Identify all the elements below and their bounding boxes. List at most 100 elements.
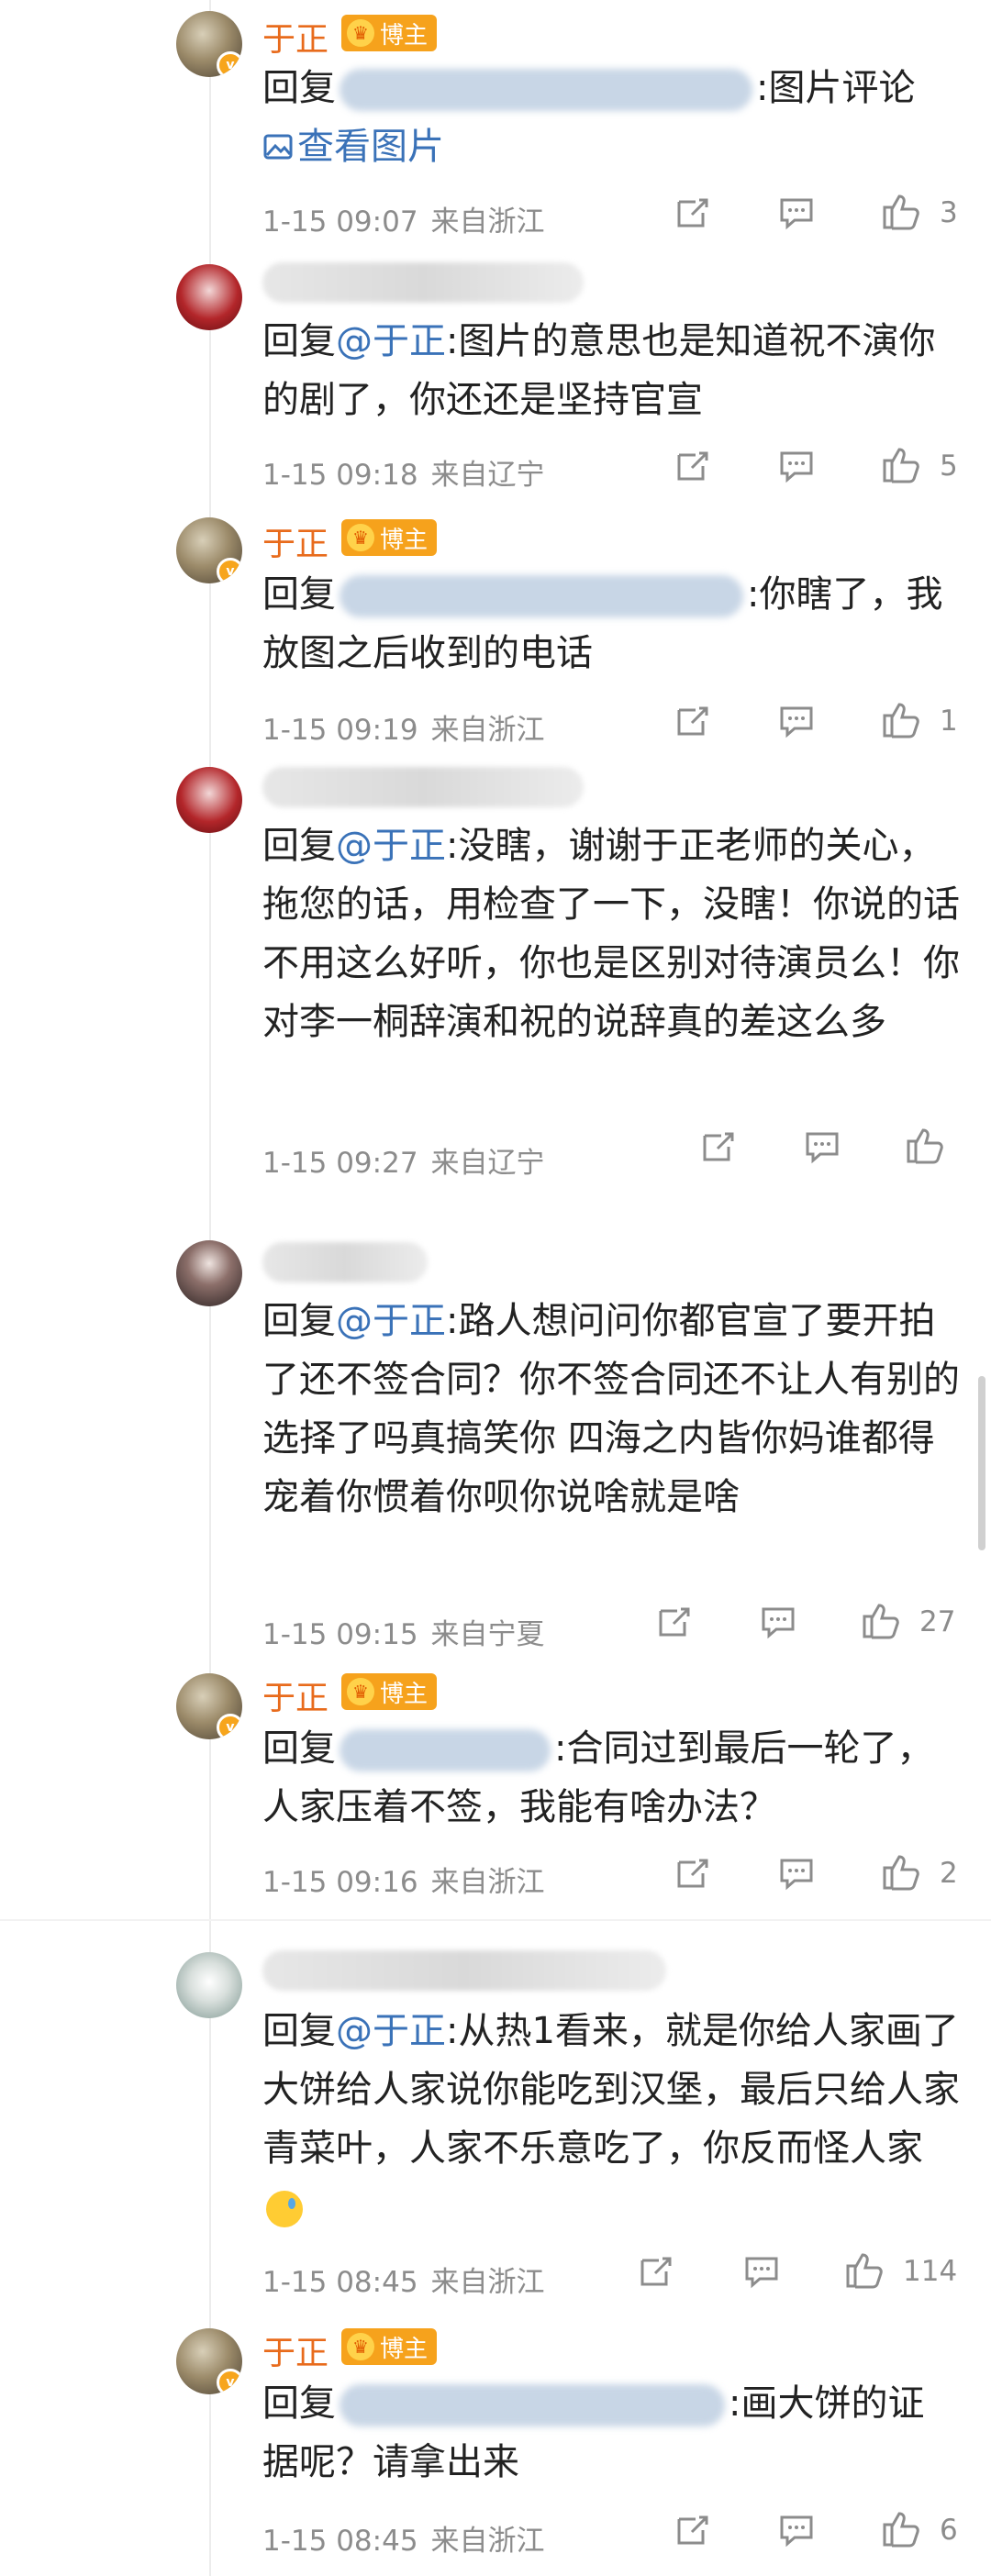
host-badge-label: 博主 <box>380 1680 429 1708</box>
crown-icon: ♛ <box>347 2333 374 2360</box>
repost-icon[interactable] <box>672 701 712 741</box>
avatar[interactable] <box>176 767 242 833</box>
author-name[interactable]: 于正 <box>262 13 328 61</box>
comment-text: 回复:图片评论 查看图片 <box>262 59 960 176</box>
like-count: 6 <box>940 2514 958 2547</box>
comment-icon[interactable] <box>776 1853 817 1893</box>
like-icon[interactable] <box>842 2248 886 2292</box>
like-icon[interactable] <box>879 697 923 741</box>
timestamp: 1-15 09:27 <box>262 1147 418 1180</box>
author-name[interactable]: 于正 <box>262 1671 328 1719</box>
author-name[interactable]: 于正 <box>262 2326 328 2374</box>
comment-icon[interactable] <box>776 701 817 741</box>
comment-meta: 1-15 09:07 来自浙江 <box>262 198 545 239</box>
mention-link[interactable]: @于正 <box>336 2010 446 2052</box>
timestamp: 1-15 09:07 <box>262 205 418 239</box>
blurred-author-name <box>262 262 584 303</box>
comment-meta: 1-15 09:16 来自浙江 <box>262 1859 545 1900</box>
host-badge-label: 博主 <box>380 21 429 50</box>
like-count: 1 <box>940 705 958 738</box>
blurred-username <box>340 2384 725 2426</box>
avatar[interactable] <box>176 264 242 330</box>
like-icon[interactable] <box>879 189 923 233</box>
timestamp: 1-15 09:18 <box>262 459 418 492</box>
reply-prefix: 回复 <box>262 2010 336 2052</box>
avatar[interactable]: v <box>176 11 242 77</box>
comment-text: 回复@于正:从热1看来，就是你给人家画了大饼给人家说你能吃到汉堡，最后只给人家青… <box>262 2002 960 2237</box>
image-icon <box>263 134 293 160</box>
timestamp: 1-15 09:16 <box>262 1866 418 1899</box>
view-image-link[interactable]: 查看图片 <box>262 126 444 168</box>
verified-icon: v <box>217 558 242 583</box>
like-icon[interactable] <box>879 2506 923 2550</box>
reply-text: :图片评论 <box>756 67 916 109</box>
repost-icon[interactable] <box>635 2251 675 2292</box>
blurred-author-name <box>262 1950 666 1991</box>
comment-text: 回复@于正:路人想问问你都官宣了要开拍了还不签合同？你不签合同还不让人有别的选择… <box>262 1292 960 1527</box>
avatar[interactable] <box>176 1952 242 2018</box>
repost-icon[interactable] <box>653 1602 694 1642</box>
repost-icon[interactable] <box>672 193 712 233</box>
comment-text: 回复:合同过到最后一轮了，人家压着不签，我能有啥办法？ <box>262 1719 960 1837</box>
location: 来自辽宁 <box>430 1147 545 1180</box>
timestamp: 1-15 09:19 <box>262 714 418 747</box>
comment-meta: 1-15 08:45 来自浙江 <box>262 2259 545 2300</box>
location: 来自浙江 <box>430 2525 545 2558</box>
location: 来自浙江 <box>430 1866 545 1899</box>
timestamp: 1-15 08:45 <box>262 2525 418 2558</box>
comment-meta: 1-15 09:27 来自辽宁 <box>262 1139 545 1181</box>
like-icon[interactable] <box>879 1849 923 1893</box>
mention-link[interactable]: @于正 <box>336 825 446 867</box>
blurred-author-name <box>262 1242 428 1282</box>
comment-icon[interactable] <box>741 2251 782 2292</box>
blurred-username <box>340 1729 551 1771</box>
comment-icon[interactable] <box>802 1127 842 1167</box>
reply-prefix: 回复 <box>262 573 336 616</box>
like-count: 5 <box>940 450 958 483</box>
mention-link[interactable]: @于正 <box>336 320 446 362</box>
comment-icon[interactable] <box>776 193 817 233</box>
repost-icon[interactable] <box>697 1127 738 1167</box>
verified-icon: v <box>217 51 242 77</box>
comment-icon[interactable] <box>776 2510 817 2550</box>
timestamp: 1-15 08:45 <box>262 2266 418 2299</box>
comment-text: 回复:你瞎了，我放图之后收到的电话 <box>262 565 960 683</box>
crown-icon: ♛ <box>347 1678 374 1705</box>
repost-icon[interactable] <box>672 446 712 486</box>
like-count: 2 <box>940 1857 958 1890</box>
comment-text: 回复:画大饼的证据呢？请拿出来 <box>262 2374 960 2492</box>
like-count: 3 <box>940 196 958 229</box>
repost-icon[interactable] <box>672 1853 712 1893</box>
location: 来自浙江 <box>430 205 545 239</box>
repost-icon[interactable] <box>672 2510 712 2550</box>
avatar[interactable]: v <box>176 1673 242 1739</box>
like-icon[interactable] <box>879 442 923 486</box>
comment-icon[interactable] <box>776 446 817 486</box>
avatar[interactable]: v <box>176 517 242 583</box>
author-name[interactable]: 于正 <box>262 517 328 565</box>
like-icon[interactable] <box>903 1123 947 1167</box>
scrollbar[interactable] <box>978 1376 985 1550</box>
crown-icon: ♛ <box>347 524 374 551</box>
reply-prefix: 回复 <box>262 1300 336 1342</box>
comment-meta: 1-15 08:45 来自浙江 <box>262 2517 545 2559</box>
mention-link[interactable]: @于正 <box>336 1300 446 1342</box>
blurred-username <box>340 575 743 617</box>
avatar[interactable] <box>176 1240 242 1306</box>
location: 来自浙江 <box>430 714 545 747</box>
blurred-username <box>340 69 752 111</box>
comment-icon[interactable] <box>758 1602 798 1642</box>
verified-icon: v <box>217 1714 242 1739</box>
avatar[interactable]: v <box>176 2328 242 2394</box>
host-badge: ♛ 博主 <box>341 1673 438 1710</box>
timestamp: 1-15 09:15 <box>262 1618 418 1651</box>
location: 来自宁夏 <box>430 1618 545 1651</box>
verified-icon: v <box>217 2369 242 2394</box>
host-badge: ♛ 博主 <box>341 15 438 51</box>
like-icon[interactable] <box>859 1598 903 1642</box>
location: 来自辽宁 <box>430 459 545 492</box>
like-count: 27 <box>919 1605 956 1638</box>
comment-meta: 1-15 09:15 来自宁夏 <box>262 1611 545 1652</box>
host-badge: ♛ 博主 <box>341 2328 438 2365</box>
location: 来自浙江 <box>430 2266 545 2299</box>
